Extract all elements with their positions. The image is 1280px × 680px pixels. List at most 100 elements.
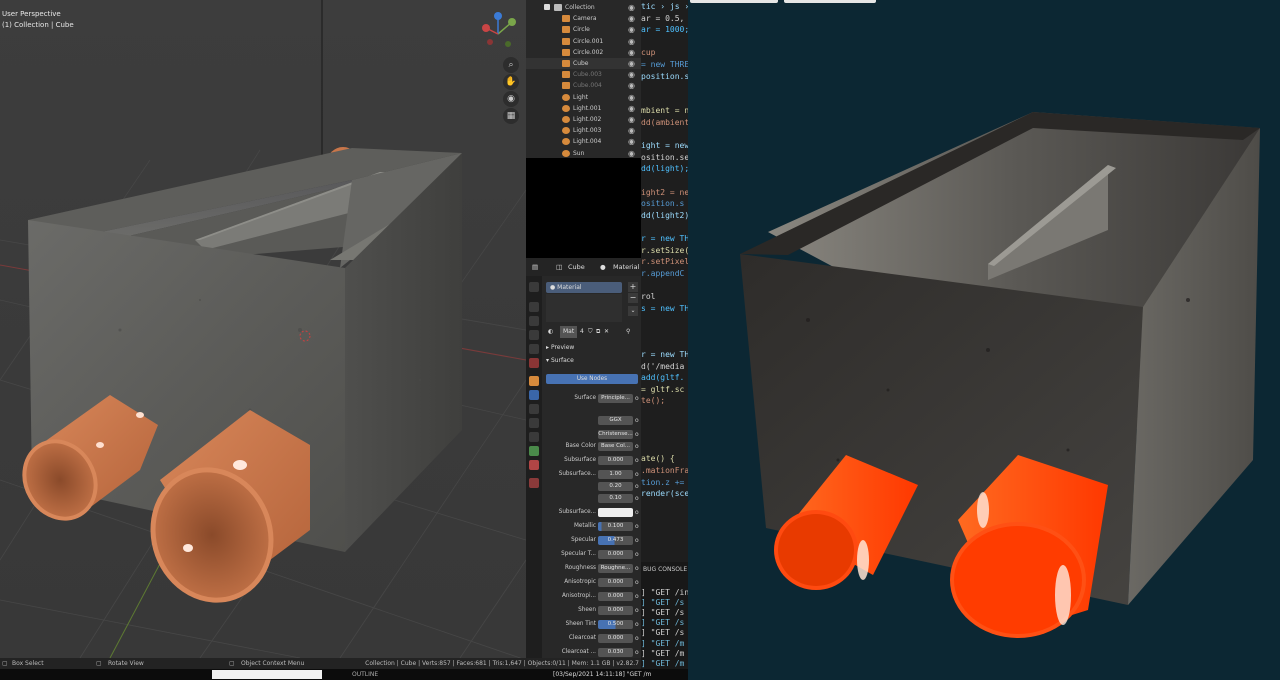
material-datablock-row[interactable]: ◐ Mat 4 ⛉ ⧉ ✕ ⚲ [546,326,638,338]
blender-3d-viewport[interactable]: User Perspective (1) Collection | Cube ⌕… [0,0,526,658]
material-slot[interactable]: ● Material [546,282,622,293]
socket-link-icon[interactable]: o [635,507,639,519]
property-value-field[interactable]: Christense... [598,429,633,439]
property-value-field[interactable]: 0.000 [598,455,633,465]
threejs-render-canvas[interactable] [688,0,1280,680]
modifier-tab-icon[interactable] [529,390,539,400]
camera-view-button[interactable]: ◉ [503,91,519,107]
property-value-field[interactable]: GGX [598,415,633,425]
outliner-item[interactable]: Circle ◉ [526,24,641,35]
outliner-item[interactable]: Light.003 ◉ [526,125,641,136]
render-tab-icon[interactable] [529,302,539,312]
material-name-field[interactable]: Mat [560,326,578,338]
outliner-item[interactable]: Sun ◉ [526,148,641,159]
socket-link-icon[interactable]: o [635,619,639,631]
property-value-field[interactable]: 0.20 [598,481,633,491]
constraints-tab-icon[interactable] [529,432,539,442]
preview-section-header[interactable]: ▸ Preview [546,344,574,351]
data-tab-icon[interactable] [529,446,539,456]
browser-toolbar-button[interactable] [784,0,876,3]
navigation-gizmo[interactable] [474,8,522,56]
link-dropdown-icon[interactable]: ⚲ [626,326,630,338]
property-value-field[interactable]: 0.000 [598,591,633,601]
visibility-eye-icon[interactable]: ◉ [628,58,635,69]
browse-material-icon[interactable]: ◐ [548,326,553,338]
socket-link-icon[interactable]: o [635,441,639,453]
property-value-field[interactable]: 1.00 [598,469,633,479]
visibility-eye-icon[interactable]: ◉ [628,114,635,125]
add-slot-button[interactable]: + [628,282,638,292]
texture-tab-icon[interactable] [529,478,539,488]
visibility-eye-icon[interactable]: ◉ [628,80,635,91]
physics-tab-icon[interactable] [529,418,539,428]
browser-toolbar-button[interactable] [690,0,778,3]
zoom-view-button[interactable]: ⌕ [503,57,519,73]
duplicate-material-icon[interactable]: ⧉ [596,326,600,338]
material-tab-icon[interactable] [529,460,539,470]
world-tab-icon[interactable] [529,358,539,368]
socket-link-icon[interactable]: o [635,605,639,617]
scene-tab-icon[interactable] [529,344,539,354]
outliner-item[interactable]: Circle.001 ◉ [526,36,641,47]
property-value-field[interactable]: 0.500 [598,619,633,629]
socket-link-icon[interactable]: o [635,577,639,589]
visibility-eye-icon[interactable]: ◉ [628,92,635,103]
visibility-eye-icon[interactable]: ◉ [628,47,635,58]
particles-tab-icon[interactable] [529,404,539,414]
visibility-eye-icon[interactable]: ◉ [628,148,635,159]
surface-section-header[interactable]: ▾ Surface [546,357,574,364]
property-value-field[interactable]: 0.000 [598,549,633,559]
output-tab-icon[interactable] [529,316,539,326]
visibility-eye-icon[interactable]: ◉ [628,69,635,80]
visibility-eye-icon[interactable]: ◉ [628,36,635,47]
code-editor[interactable]: tic › js › JS ar = 0.5, ar = 1000; cup = new… [641,0,688,562]
property-value-field[interactable]: 0.000 [598,605,633,615]
socket-link-icon[interactable]: o [635,563,639,575]
outliner-panel[interactable]: Collection ◉ Camera ◉ Circle ◉ Circle.001 ◉ Circ… [526,0,641,158]
outliner-item[interactable]: Light.004 ◉ [526,136,641,147]
property-value-field[interactable]: 0.000 [598,577,633,587]
debug-console[interactable]: BUG CONSOLE ] "GET /in] "GET /s] "GET /s… [641,562,688,680]
outliner-item[interactable]: Cube.004 ◉ [526,80,641,91]
outliner-item[interactable]: Camera ◉ [526,13,641,24]
socket-link-icon[interactable]: o [635,393,639,405]
property-value-field[interactable]: Principle... [598,393,633,403]
property-value-field[interactable]: Roughne... [598,563,633,573]
fake-user-icon[interactable]: ⛉ [588,326,593,338]
tool-tab-icon[interactable] [529,282,539,292]
unlink-material-icon[interactable]: ✕ [604,326,609,338]
property-value-field[interactable]: Base Col... [598,441,633,451]
property-value-field[interactable] [598,507,633,517]
socket-link-icon[interactable]: o [635,493,639,505]
visibility-eye-icon[interactable]: ◉ [628,103,635,114]
socket-link-icon[interactable]: o [635,415,639,427]
collection-checkbox[interactable] [544,4,550,10]
outliner-item[interactable]: Circle.002 ◉ [526,47,641,58]
properties-panel[interactable]: ▤ ◫ Cube ● Material ● Material + − ⌄ ◐ M… [526,258,641,658]
visibility-eye-icon[interactable]: ◉ [628,13,635,24]
visibility-eye-icon[interactable]: ◉ [628,125,635,136]
outliner-item[interactable]: Light.002 ◉ [526,114,641,125]
outliner-item[interactable]: Light.001 ◉ [526,103,641,114]
outliner-item[interactable]: Light ◉ [526,92,641,103]
socket-link-icon[interactable]: o [635,633,639,645]
property-value-field[interactable]: 0.100 [598,521,633,531]
property-value-field[interactable]: 0.000 [598,633,633,643]
socket-link-icon[interactable]: o [635,549,639,561]
remove-slot-button[interactable]: − [628,293,638,303]
view-layer-tab-icon[interactable] [529,330,539,340]
pan-hand-icon[interactable]: ✋ [503,74,519,90]
outliner-item[interactable]: Cube ◉ [526,58,641,70]
outliner-item[interactable]: Collection ◉ [526,2,641,13]
property-value-field[interactable]: 0.030 [598,647,633,657]
use-nodes-button[interactable]: Use Nodes [546,374,638,384]
socket-link-icon[interactable]: o [635,591,639,603]
socket-link-icon[interactable]: o [635,455,639,467]
outliner-item[interactable]: Cube.003 ◉ [526,69,641,80]
socket-link-icon[interactable]: o [635,521,639,533]
visibility-eye-icon[interactable]: ◉ [628,2,635,13]
property-value-field[interactable]: 0.473 [598,535,633,545]
orthographic-toggle-button[interactable]: ▦ [503,108,519,124]
taskbar-window-preview[interactable] [212,670,322,679]
slot-specials-button[interactable]: ⌄ [628,306,638,316]
